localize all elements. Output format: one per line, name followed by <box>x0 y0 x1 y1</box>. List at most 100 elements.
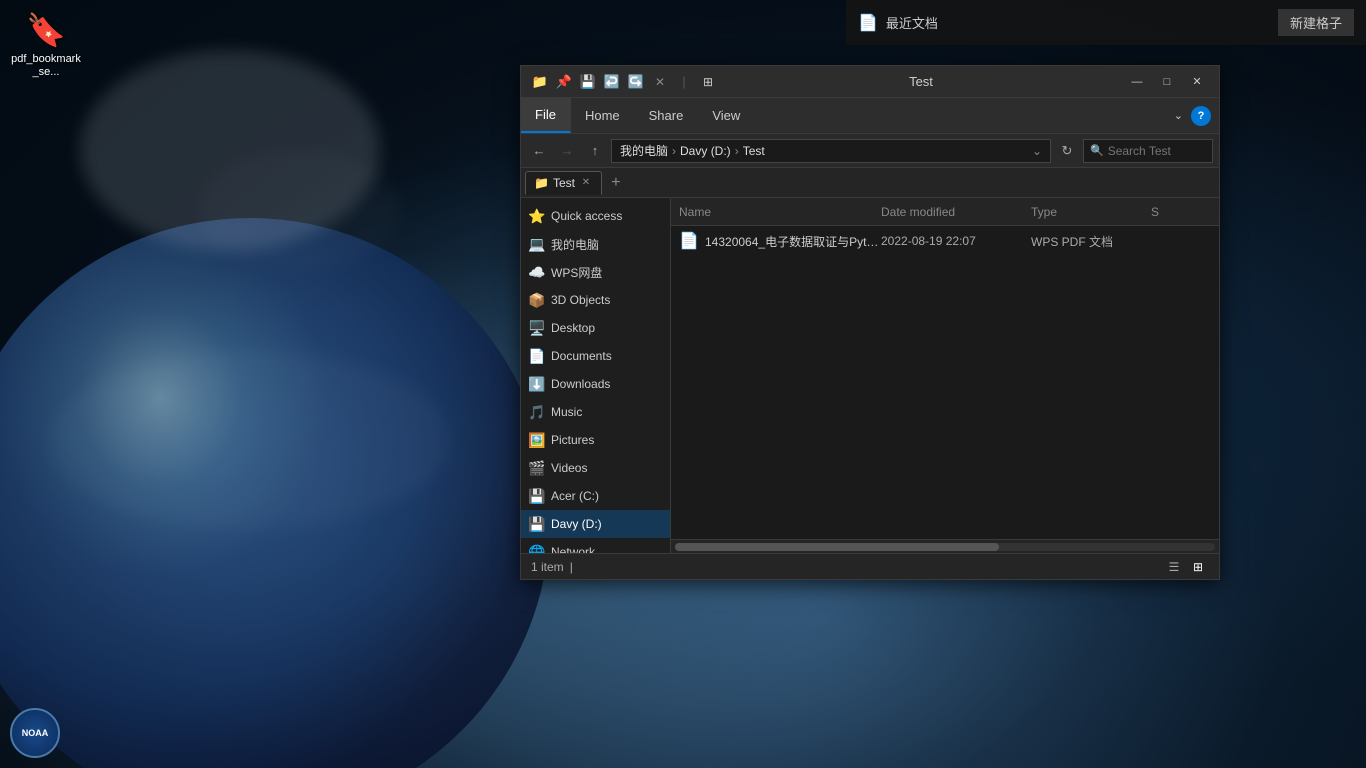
sidebar-item-label: WPS网盘 <box>551 264 602 281</box>
toolbar-redo-icon[interactable]: ↪️ <box>625 71 647 93</box>
sidebar-item-wps-cloud[interactable]: ☁️ WPS网盘 <box>521 258 670 286</box>
sidebar-item-desktop[interactable]: 🖥️ Desktop <box>521 314 670 342</box>
sidebar-item-my-pc[interactable]: 💻 我的电脑 <box>521 230 670 258</box>
videos-icon: 🎬 <box>529 460 545 476</box>
top-bar: 📄 最近文档 新建格子 <box>846 0 1366 45</box>
column-type-header[interactable]: Type <box>1031 205 1151 219</box>
tab-test[interactable]: 📁 Test ✕ <box>525 171 602 195</box>
new-folder-button[interactable]: 新建格子 <box>1278 9 1354 36</box>
column-size-header[interactable]: S <box>1151 205 1211 219</box>
ribbon-tab-file[interactable]: File <box>521 98 571 133</box>
path-segment-test[interactable]: Test <box>743 144 765 158</box>
ribbon-tab-view[interactable]: View <box>698 98 755 133</box>
column-date-header[interactable]: Date modified <box>881 205 1031 219</box>
ribbon-tab-share[interactable]: Share <box>635 98 699 133</box>
sidebar-item-label: Acer (C:) <box>551 489 599 503</box>
sidebar-item-videos[interactable]: 🎬 Videos <box>521 454 670 482</box>
sidebar-item-davy-d[interactable]: 💾 Davy (D:) <box>521 510 670 538</box>
up-button[interactable]: ↑ <box>583 139 607 163</box>
close-button[interactable]: ✕ <box>1183 72 1211 92</box>
file-name: 14320064_电子数据取证与Python方法... <box>705 233 881 250</box>
sidebar-item-music[interactable]: 🎵 Music <box>521 398 670 426</box>
downloads-icon: ⬇️ <box>529 376 545 392</box>
address-path[interactable]: 我的电脑 › Davy (D:) › Test ⌄ <box>611 139 1051 163</box>
quick-access-icon: ⭐ <box>529 208 545 224</box>
details-view-button[interactable]: ☰ <box>1163 558 1185 576</box>
music-icon: 🎵 <box>529 404 545 420</box>
sidebar-item-network[interactable]: 🌐 Network <box>521 538 670 553</box>
back-button[interactable]: ← <box>527 139 551 163</box>
network-icon: 🌐 <box>529 544 545 553</box>
recent-docs-area: 📄 最近文档 <box>858 13 938 33</box>
title-bar: 📁 📌 💾 ↩️ ↪️ ✕ | ⊞ Test — □ ✕ <box>521 66 1219 98</box>
maximize-button[interactable]: □ <box>1153 72 1181 92</box>
cloud-2 <box>200 150 400 270</box>
hscroll-thumb <box>675 543 999 551</box>
toolbar-cut-icon[interactable]: ✕ <box>649 71 671 93</box>
sidebar-item-label: Pictures <box>551 433 594 447</box>
recent-docs-icon: 📄 <box>858 13 878 33</box>
item-count: 1 item <box>531 560 564 574</box>
pictures-icon: 🖼️ <box>529 432 545 448</box>
toolbar-undo-icon[interactable]: ↩️ <box>601 71 623 93</box>
sidebar-item-label: Music <box>551 405 582 419</box>
sidebar-item-label: 3D Objects <box>551 293 610 307</box>
file-date: 2022-08-19 22:07 <box>881 234 1031 248</box>
sidebar-item-label: Network <box>551 545 595 553</box>
sidebar-item-label: Quick access <box>551 209 622 223</box>
column-name-header[interactable]: Name <box>679 205 881 219</box>
search-input[interactable] <box>1108 144 1206 158</box>
sidebar-item-downloads[interactable]: ⬇️ Downloads <box>521 370 670 398</box>
path-segment-pc[interactable]: 我的电脑 <box>620 142 668 159</box>
path-sep-1: › <box>672 144 676 158</box>
3d-objects-icon: 📦 <box>529 292 545 308</box>
tab-close-button[interactable]: ✕ <box>579 176 593 190</box>
status-bar: 1 item | ☰ ⊞ <box>521 553 1219 579</box>
cloud-3 <box>50 350 450 530</box>
sidebar-item-label: Desktop <box>551 321 595 335</box>
wps-cloud-icon: ☁️ <box>529 264 545 280</box>
help-button[interactable]: ? <box>1191 106 1211 126</box>
sidebar-item-acer-c[interactable]: 💾 Acer (C:) <box>521 482 670 510</box>
desktop-icon-pdf[interactable]: 🔖 pdf_bookmark_se... <box>10 10 82 79</box>
desktop-icon-nav: 🖥️ <box>529 320 545 336</box>
view-buttons: ☰ ⊞ <box>1163 558 1209 576</box>
window-controls: — □ ✕ <box>1123 72 1211 92</box>
toolbar-layout-icon[interactable]: ⊞ <box>697 71 719 93</box>
refresh-button[interactable]: ↻ <box>1055 139 1079 163</box>
path-segment-davy[interactable]: Davy (D:) <box>680 144 731 158</box>
ribbon-tab-home[interactable]: Home <box>571 98 635 133</box>
add-tab-button[interactable]: + <box>604 171 628 195</box>
ribbon-expand-icon[interactable]: ⌄ <box>1170 109 1187 122</box>
my-pc-icon: 💻 <box>529 236 545 252</box>
sidebar-item-quick-access[interactable]: ⭐ Quick access <box>521 202 670 230</box>
toolbar-folder-icon[interactable]: 📁 <box>529 71 551 93</box>
tiles-view-button[interactable]: ⊞ <box>1187 558 1209 576</box>
sidebar-item-documents[interactable]: 📄 Documents <box>521 342 670 370</box>
sidebar-item-pictures[interactable]: 🖼️ Pictures <box>521 426 670 454</box>
sidebar-item-3d-objects[interactable]: 📦 3D Objects <box>521 286 670 314</box>
pdf-icon: 🔖 <box>26 10 66 50</box>
horizontal-scrollbar[interactable] <box>671 539 1219 553</box>
table-row[interactable]: 📄 14320064_电子数据取证与Python方法... 2022-08-19… <box>671 226 1219 256</box>
minimize-button[interactable]: — <box>1123 72 1151 92</box>
tab-icon: 📁 <box>534 176 549 190</box>
toolbar: 📁 📌 💾 ↩️ ↪️ ✕ | ⊞ <box>529 71 719 93</box>
path-dropdown-icon[interactable]: ⌄ <box>1032 144 1042 158</box>
recent-docs-label: 最近文档 <box>886 13 938 32</box>
tab-label: Test <box>553 176 575 190</box>
sidebar-item-label: Downloads <box>551 377 610 391</box>
forward-button[interactable]: → <box>555 139 579 163</box>
toolbar-pin-icon[interactable]: 📌 <box>553 71 575 93</box>
file-header: Name Date modified Type S <box>671 198 1219 226</box>
toolbar-separator: | <box>673 71 695 93</box>
davy-d-icon: 💾 <box>529 516 545 532</box>
explorer-window: 📁 📌 💾 ↩️ ↪️ ✕ | ⊞ Test — □ ✕ File Home S… <box>520 65 1220 580</box>
sidebar-item-label: 我的电脑 <box>551 236 599 253</box>
toolbar-save-icon[interactable]: 💾 <box>577 71 599 93</box>
file-type: WPS PDF 文档 <box>1031 233 1151 250</box>
tabs-bar: 📁 Test ✕ + <box>521 168 1219 198</box>
file-pdf-icon: 📄 <box>679 231 699 251</box>
acer-c-icon: 💾 <box>529 488 545 504</box>
search-box[interactable]: 🔍 <box>1083 139 1213 163</box>
